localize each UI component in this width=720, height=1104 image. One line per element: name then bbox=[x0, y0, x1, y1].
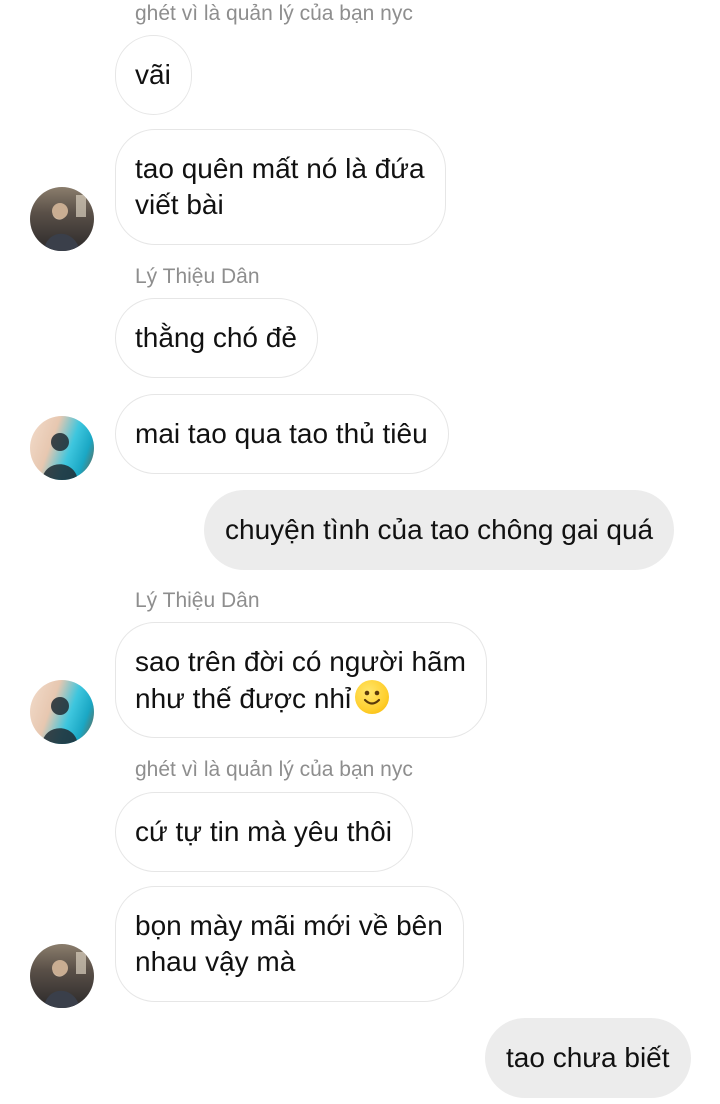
avatar-silhouette-icon bbox=[42, 697, 78, 744]
chat-thread: ghét vì là quản lý của bạn nyc vãi tao q… bbox=[0, 0, 720, 1104]
sender-name: Lý Thiệu Dân bbox=[135, 589, 260, 612]
avatar[interactable] bbox=[30, 187, 94, 251]
incoming-message-bubble[interactable]: tao quên mất nó là đứa viết bài bbox=[115, 129, 446, 245]
message-text: tao quên mất nó là đứa bbox=[135, 153, 425, 184]
message-text: chuyện tình của tao chông gai quá bbox=[225, 514, 654, 545]
incoming-message-bubble[interactable]: thằng chó đẻ bbox=[115, 298, 318, 378]
message-text-line2-wrap: như thế được nhỉ bbox=[135, 679, 466, 717]
outgoing-message-bubble[interactable]: tao chưa biết bbox=[485, 1018, 691, 1098]
avatar-photo-icon bbox=[44, 952, 86, 1008]
incoming-message-bubble[interactable]: vãi bbox=[115, 35, 192, 115]
message-text-line2: nhau vậy mà bbox=[135, 946, 296, 977]
message-text-line2: như thế được nhỉ bbox=[135, 682, 352, 714]
avatar-silhouette-icon bbox=[42, 433, 78, 480]
message-text: mai tao qua tao thủ tiêu bbox=[135, 418, 428, 449]
incoming-message-bubble[interactable]: sao trên đời có người hãm như thế được n… bbox=[115, 622, 487, 738]
sender-name: ghét vì là quản lý của bạn nyc bbox=[135, 2, 413, 25]
message-text: tao chưa biết bbox=[506, 1042, 670, 1073]
sender-name: Lý Thiệu Dân bbox=[135, 265, 260, 288]
avatar-photo-icon bbox=[44, 195, 86, 251]
incoming-message-bubble[interactable]: cứ tự tin mà yêu thôi bbox=[115, 792, 413, 872]
message-text: cứ tự tin mà yêu thôi bbox=[135, 816, 392, 847]
avatar[interactable] bbox=[30, 680, 94, 744]
message-text-line2: viết bài bbox=[135, 189, 224, 220]
message-text: bọn mày mãi mới về bên bbox=[135, 910, 443, 941]
message-text: thằng chó đẻ bbox=[135, 322, 297, 353]
message-text: vãi bbox=[135, 59, 171, 90]
incoming-message-bubble[interactable]: mai tao qua tao thủ tiêu bbox=[115, 394, 449, 474]
slightly-smiling-face-icon bbox=[355, 679, 390, 714]
avatar[interactable] bbox=[30, 416, 94, 480]
message-text: sao trên đời có người hãm bbox=[135, 645, 466, 677]
incoming-message-bubble[interactable]: bọn mày mãi mới về bên nhau vậy mà bbox=[115, 886, 464, 1002]
avatar[interactable] bbox=[30, 944, 94, 1008]
sender-name: ghét vì là quản lý của bạn nyc bbox=[135, 758, 413, 781]
outgoing-message-bubble[interactable]: chuyện tình của tao chông gai quá bbox=[204, 490, 675, 570]
